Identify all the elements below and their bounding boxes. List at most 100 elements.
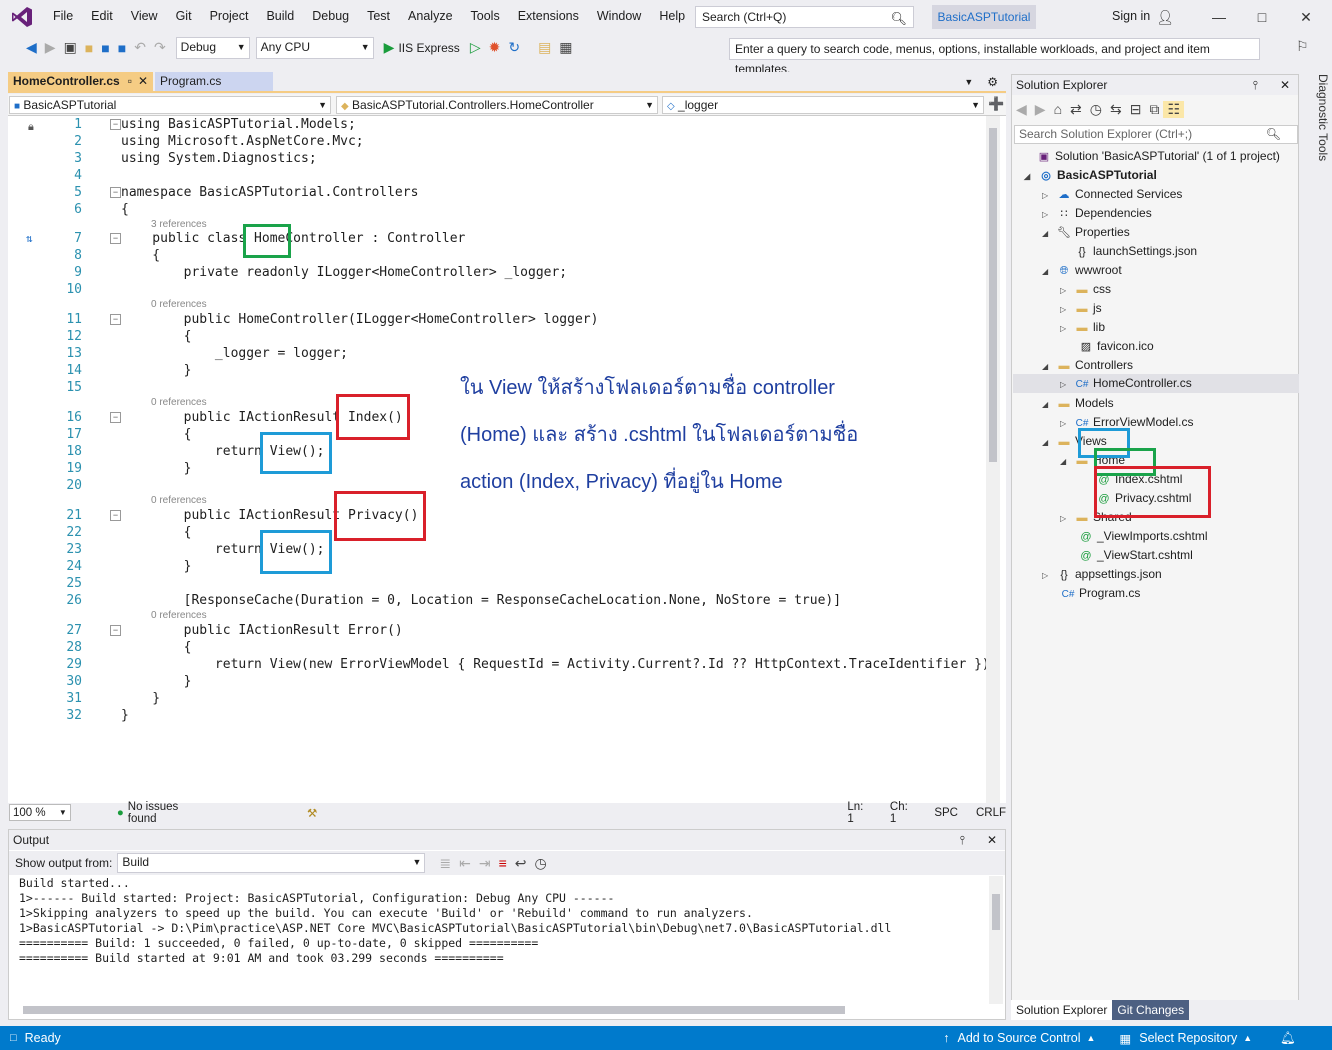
select-repository[interactable]: Select Repository <box>1139 1031 1237 1045</box>
collapsed-arrow-icon[interactable]: ▷ <box>1060 509 1074 528</box>
tree-item-appsettings[interactable]: ▷{} appsettings.json <box>1042 565 1162 584</box>
tree-item-program[interactable]: C# Program.cs <box>1060 584 1141 603</box>
vertical-scrollbar[interactable] <box>986 116 1000 803</box>
fold-toggle[interactable]: − <box>110 233 121 244</box>
navigate-forward-icon[interactable]: ▶ <box>41 39 60 56</box>
menu-debug[interactable]: Debug <box>303 0 358 33</box>
open-file-icon[interactable]: ■ <box>81 40 97 56</box>
menu-edit[interactable]: Edit <box>82 0 122 33</box>
feature-search-input[interactable]: Enter a query to search code, menus, opt… <box>729 38 1260 76</box>
tree-item-js[interactable]: ▷ ▬ js <box>1060 299 1102 318</box>
tree-item-viewstart[interactable]: @ _ViewStart.cshtml <box>1078 546 1192 565</box>
codelens-references[interactable]: 0 references <box>151 610 207 621</box>
refresh-icon[interactable]: ↻ <box>504 39 524 56</box>
menu-file[interactable]: File <box>44 0 82 33</box>
tree-item-viewimports[interactable]: @ _ViewImports.cshtml <box>1078 527 1207 546</box>
timestamp-icon[interactable]: ◷ <box>531 855 551 872</box>
back-icon[interactable]: ◀ <box>1012 101 1031 118</box>
find-message-icon[interactable]: ≣ <box>435 855 455 872</box>
fold-toggle[interactable]: − <box>110 625 121 636</box>
collapsed-arrow-icon[interactable]: ▷ <box>1060 414 1074 433</box>
hot-reload-icon[interactable]: ✹ <box>485 39 505 56</box>
whitespace-indicator[interactable]: SPC <box>934 807 958 819</box>
codelens-references[interactable]: 3 references <box>151 219 207 230</box>
tree-item-connected-services[interactable]: ▷ ☁ Connected Services <box>1042 185 1182 204</box>
fold-toggle[interactable]: − <box>110 187 121 198</box>
close-panel-icon[interactable]: ✕ <box>987 830 997 850</box>
menu-window[interactable]: Window <box>588 0 650 33</box>
fold-toggle[interactable]: − <box>110 314 121 325</box>
class-dropdown[interactable]: ◆ BasicASPTutorial.Controllers.HomeContr… <box>336 96 658 114</box>
fold-toggle[interactable]: − <box>110 510 121 521</box>
feedback-icon[interactable]: ⚐ <box>1296 38 1309 55</box>
home-icon[interactable]: ⌂ <box>1050 101 1066 117</box>
collapsed-arrow-icon[interactable]: ▷ <box>1042 186 1056 205</box>
codelens-references[interactable]: 0 references <box>151 495 207 506</box>
switch-views-icon[interactable]: ⇄ <box>1066 101 1086 118</box>
tree-item-properties[interactable]: ◢ 🔧︎ Properties <box>1042 223 1130 242</box>
configuration-select[interactable]: Debug ▼ <box>175 36 250 59</box>
column-indicator[interactable]: Ch: 1 <box>890 801 916 825</box>
run-target-label[interactable]: IIS Express <box>398 41 459 55</box>
new-project-icon[interactable]: ▣ <box>60 39 81 56</box>
tree-item-lib[interactable]: ▷ ▬ lib <box>1060 318 1105 337</box>
tree-item-homecontroller[interactable]: ▷ C# HomeController.cs <box>1013 374 1299 393</box>
menu-git[interactable]: Git <box>167 0 201 33</box>
expanded-arrow-icon[interactable]: ◢ <box>1042 224 1056 243</box>
scrollbar-thumb[interactable] <box>989 128 997 462</box>
code-cleanup-icon[interactable]: ⚒ <box>307 806 317 820</box>
clear-all-icon[interactable]: ≡ <box>495 855 511 871</box>
sign-in-link[interactable]: Sign in <box>1112 9 1150 23</box>
show-all-files-icon[interactable]: ⧉ <box>1145 101 1163 118</box>
collapse-all-icon[interactable]: ⊟ <box>1126 101 1146 118</box>
tree-item-dependencies[interactable]: ▷ ∷ Dependencies <box>1042 204 1152 223</box>
tree-item-css[interactable]: ▷ ▬ css <box>1060 280 1111 299</box>
forward-icon[interactable]: ▶ <box>1031 101 1050 118</box>
fold-toggle[interactable]: − <box>110 412 121 423</box>
tree-item-models[interactable]: ◢ ▬ Models <box>1042 394 1114 413</box>
start-debugging-icon[interactable]: ▶ <box>380 39 399 56</box>
codelens-references[interactable]: 0 references <box>151 299 207 310</box>
menu-help[interactable]: Help <box>650 0 694 33</box>
zoom-select[interactable]: 100 % ▼ <box>9 804 71 821</box>
tree-item-wwwroot[interactable]: ◢ 🌐︎ wwwroot <box>1042 261 1122 280</box>
layout-icon[interactable]: ▦ <box>555 39 576 56</box>
tab-overflow-icon[interactable]: ▼ <box>964 77 973 87</box>
menu-extensions[interactable]: Extensions <box>509 0 588 33</box>
tree-item-favicon[interactable]: ▨ favicon.ico <box>1078 337 1154 356</box>
previous-message-icon[interactable]: ⇤ <box>455 855 475 872</box>
menu-project[interactable]: Project <box>201 0 258 33</box>
menu-view[interactable]: View <box>122 0 167 33</box>
pin-icon[interactable]: ▫ <box>128 72 132 91</box>
expanded-arrow-icon[interactable]: ◢ <box>1024 167 1038 186</box>
collapsed-arrow-icon[interactable]: ▷ <box>1060 300 1074 319</box>
expanded-arrow-icon[interactable]: ◢ <box>1042 395 1056 414</box>
output-horizontal-scrollbar[interactable] <box>23 1006 845 1014</box>
properties-icon[interactable]: ☷ <box>1163 100 1185 118</box>
tab-solution-explorer[interactable]: Solution Explorer <box>1011 1000 1113 1020</box>
settings-icon[interactable]: ⚙ <box>987 75 998 89</box>
start-without-debugging-icon[interactable]: ▷ <box>466 39 485 56</box>
browser-link-icon[interactable]: ▤ <box>534 39 555 56</box>
platform-select[interactable]: Any CPU ▼ <box>255 36 374 59</box>
collapsed-arrow-icon[interactable]: ▷ <box>1060 375 1074 394</box>
collapsed-arrow-icon[interactable]: ▷ <box>1042 205 1056 224</box>
split-icon[interactable]: ➕ <box>988 96 1004 112</box>
expanded-arrow-icon[interactable]: ◢ <box>1042 262 1056 281</box>
save-icon[interactable]: ■ <box>97 40 113 56</box>
save-all-icon[interactable]: ■ <box>114 40 130 56</box>
next-message-icon[interactable]: ⇥ <box>475 855 495 872</box>
collapsed-arrow-icon[interactable]: ▷ <box>1042 566 1056 585</box>
solution-search-input[interactable]: Search Solution Explorer (Ctrl+;) 🔍︎ <box>1014 125 1298 144</box>
tab-program[interactable]: Program.cs <box>155 72 274 91</box>
expanded-arrow-icon[interactable]: ◢ <box>1060 452 1074 471</box>
tree-item-solution[interactable]: ▣ Solution 'BasicASPTutorial' (1 of 1 pro… <box>1022 147 1280 166</box>
codelens-references[interactable]: 0 references <box>151 397 207 408</box>
menu-build[interactable]: Build <box>257 0 303 33</box>
add-to-source-control[interactable]: Add to Source Control <box>958 1031 1081 1045</box>
pin-icon[interactable]: ⫯ <box>1253 75 1258 95</box>
maximize-button[interactable]: □ <box>1247 6 1277 28</box>
scrollbar-thumb[interactable] <box>992 894 1000 930</box>
sync-icon[interactable]: ⇆ <box>1106 101 1126 118</box>
minimize-button[interactable]: — <box>1204 6 1234 28</box>
